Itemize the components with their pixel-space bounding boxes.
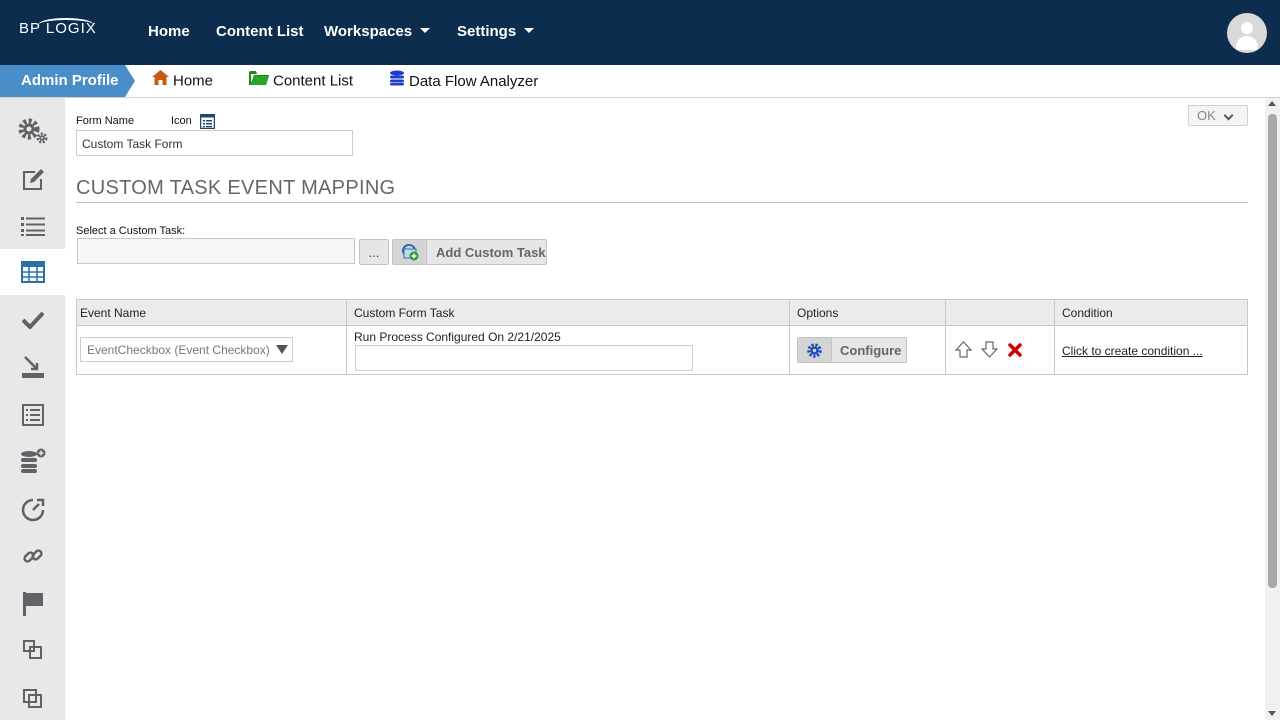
- scroll-up-arrow-icon[interactable]: [1268, 101, 1276, 106]
- chevron-down-icon: [420, 27, 431, 33]
- move-down-button[interactable]: [980, 341, 999, 361]
- home-icon: [152, 70, 169, 89]
- browse-custom-task-button[interactable]: ...: [359, 239, 389, 265]
- list-icon: [20, 217, 45, 236]
- gear-icon: [807, 343, 822, 358]
- breadcrumb-home-label: Home: [173, 72, 214, 90]
- custom-task-input[interactable]: [77, 238, 355, 264]
- top-navigation-bar: BP LOGIX Home Content List Workspaces Se…: [0, 0, 1280, 65]
- column-header-event-name: Event Name: [80, 306, 147, 320]
- column-divider: [789, 300, 790, 374]
- custom-form-task-text: Run Process Configured On 2/21/2025: [354, 330, 561, 344]
- event-name-value: EventCheckbox (Event Checkbox): [87, 343, 270, 357]
- dashboard-icon: [21, 498, 44, 522]
- column-divider: [346, 300, 347, 374]
- sidebar-item-flag[interactable]: [0, 581, 65, 627]
- column-header-custom-form-task: Custom Form Task: [354, 306, 455, 320]
- column-header-condition: Condition: [1062, 306, 1113, 320]
- chevron-down-icon: [524, 27, 535, 33]
- sidebar-item-settings[interactable]: [0, 108, 65, 154]
- nav-workspaces[interactable]: Workspaces: [324, 23, 431, 40]
- breadcrumb-data-flow-analyzer-label: Data Flow Analyzer: [409, 72, 539, 90]
- add-custom-task-label: Add Custom Task: [436, 245, 546, 260]
- custom-form-task-input[interactable]: [355, 345, 693, 371]
- event-name-select[interactable]: EventCheckbox (Event Checkbox): [80, 337, 293, 362]
- nav-workspaces-label: Workspaces: [324, 23, 413, 40]
- form-name-label: Form Name: [76, 115, 135, 127]
- configure-icon-area: [798, 338, 832, 362]
- sidebar-item-list[interactable]: [0, 203, 65, 249]
- duplicate-icon: [22, 689, 42, 708]
- logo-arc: [38, 18, 94, 32]
- left-sidebar: [0, 98, 66, 722]
- select-custom-task-label: Select a Custom Task:: [76, 225, 186, 237]
- gears-icon: [18, 118, 47, 144]
- vertical-scrollbar[interactable]: [1265, 98, 1280, 720]
- scroll-down-arrow-icon[interactable]: [1268, 711, 1276, 716]
- breadcrumb-home[interactable]: Home: [152, 70, 214, 91]
- sidebar-item-approve[interactable]: [0, 297, 65, 343]
- avatar-head: [1241, 22, 1253, 34]
- nav-home[interactable]: Home: [148, 23, 190, 40]
- sidebar-item-duplicate[interactable]: [0, 676, 65, 722]
- column-header-options: Options: [797, 306, 839, 320]
- arrow-up-icon: [954, 341, 973, 358]
- edit-icon: [22, 169, 44, 190]
- delete-row-button[interactable]: [1008, 343, 1022, 360]
- flag-icon: [22, 592, 43, 616]
- sidebar-item-documents[interactable]: [0, 392, 65, 438]
- create-condition-link[interactable]: Click to create condition ...: [1062, 344, 1203, 358]
- configure-label: Configure: [840, 343, 902, 358]
- avatar-shoulders: [1236, 36, 1258, 50]
- add-custom-task-button[interactable]: Add Custom Task: [392, 239, 547, 265]
- nav-settings-label: Settings: [457, 23, 517, 40]
- add-task-icon: [401, 244, 419, 261]
- dropdown-arrow-icon: [276, 345, 288, 354]
- column-divider: [1054, 300, 1055, 374]
- section-title: CUSTOM TASK EVENT MAPPING: [76, 177, 396, 199]
- copy-icon: [22, 640, 42, 659]
- scroll-thumb[interactable]: [1268, 114, 1277, 588]
- document-list-icon: [21, 404, 44, 426]
- breadcrumb-data-flow-analyzer[interactable]: Data Flow Analyzer: [389, 70, 539, 92]
- form-icon: [199, 113, 216, 130]
- icon-label: Icon: [171, 115, 192, 127]
- section-divider: [76, 202, 1248, 203]
- ok-label: OK: [1197, 108, 1216, 123]
- chevron-down-icon: [1223, 110, 1234, 121]
- database-icon: [389, 70, 405, 90]
- table-header-row: Event Name Custom Form Task Options Cond…: [77, 300, 1247, 326]
- sidebar-item-edit[interactable]: [0, 157, 65, 203]
- delete-x-icon: [1008, 343, 1022, 357]
- table-icon: [21, 261, 45, 283]
- breadcrumb-bar: Admin Profile Home Content List Data Flo…: [0, 65, 1280, 98]
- admin-profile-tab[interactable]: Admin Profile: [0, 65, 125, 97]
- form-name-input[interactable]: Custom Task Form: [76, 130, 353, 156]
- user-avatar[interactable]: [1227, 13, 1267, 53]
- sidebar-item-copy[interactable]: [0, 627, 65, 673]
- folder-icon: [249, 70, 269, 89]
- sidebar-item-table[interactable]: [0, 249, 66, 295]
- add-custom-task-icon-area: [393, 240, 427, 264]
- breadcrumb-content-list-label: Content List: [273, 72, 354, 90]
- move-up-button[interactable]: [954, 341, 973, 361]
- sidebar-item-link[interactable]: [0, 533, 65, 579]
- sidebar-item-database[interactable]: [0, 438, 65, 484]
- import-icon: [21, 356, 44, 378]
- link-icon: [22, 549, 43, 563]
- configure-button[interactable]: Configure: [797, 337, 907, 363]
- nav-content-list[interactable]: Content List: [216, 23, 304, 40]
- checkmark-icon: [21, 311, 44, 329]
- nav-settings[interactable]: Settings: [457, 23, 535, 40]
- column-divider: [945, 300, 946, 374]
- arrow-down-icon: [980, 341, 999, 358]
- sidebar-item-dashboard[interactable]: [0, 487, 65, 533]
- sidebar-item-import[interactable]: [0, 344, 65, 390]
- breadcrumb-content-list[interactable]: Content List: [249, 70, 354, 91]
- admin-profile-arrow: [125, 65, 135, 97]
- ok-dropdown-button[interactable]: OK: [1188, 105, 1248, 126]
- database-add-icon: [20, 448, 45, 473]
